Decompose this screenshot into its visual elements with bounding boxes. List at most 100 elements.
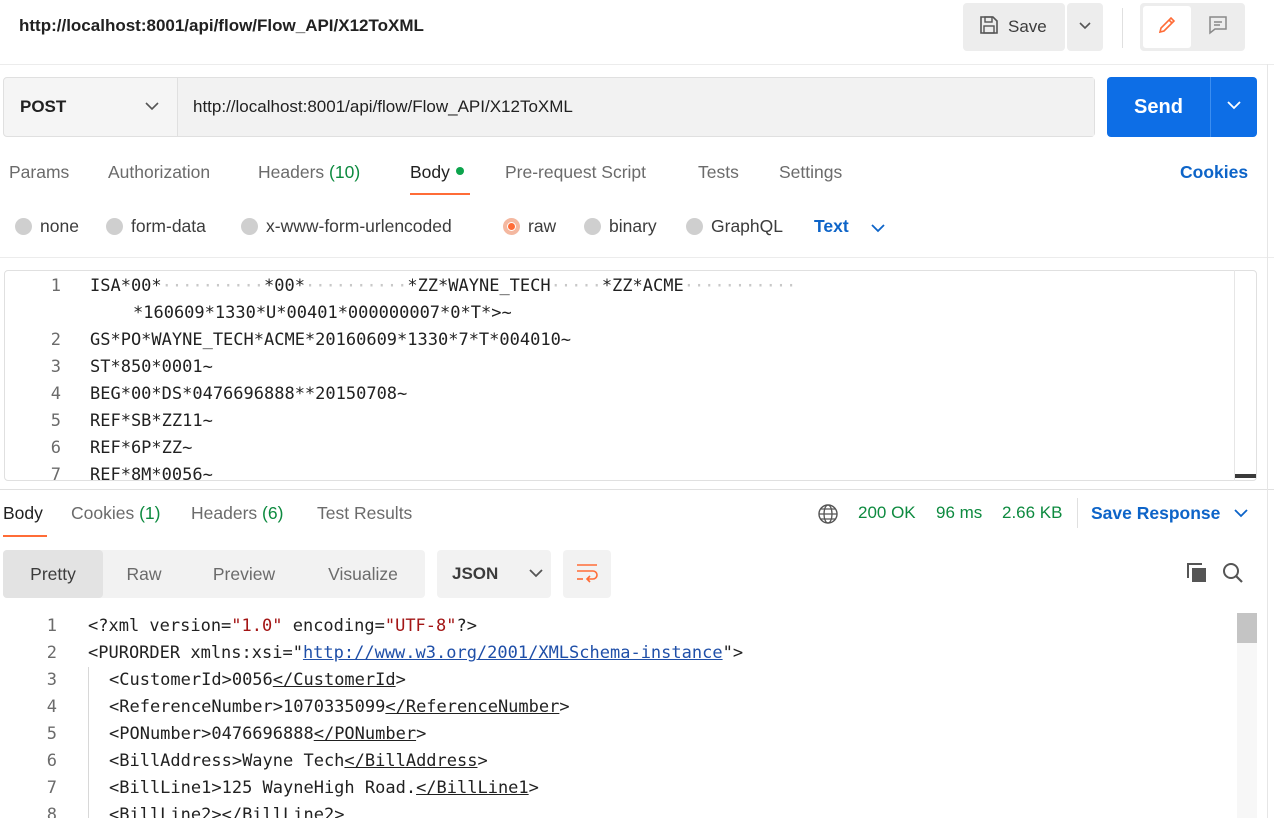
- radio-label: form-data: [131, 216, 206, 236]
- code-line: ISA*00*··········*00*··········*ZZ*WAYNE…: [90, 276, 797, 296]
- status-code[interactable]: 200 OK: [858, 503, 916, 523]
- wrap-lines-icon: [575, 561, 599, 588]
- wrap-lines-button[interactable]: [563, 550, 611, 598]
- request-body-editor[interactable]: 1 2 3 4 5 6 7 ISA*00*··········*00*·····…: [4, 270, 1257, 481]
- tab-headers-label: Headers: [258, 162, 325, 182]
- save-button[interactable]: Save: [963, 3, 1065, 51]
- view-preview-button[interactable]: Preview: [185, 550, 303, 598]
- url-input[interactable]: http://localhost:8001/api/flow/Flow_API/…: [177, 78, 1094, 136]
- line-number: 3: [50, 357, 61, 377]
- code-line: REF*SB*ZZ11~: [90, 411, 213, 431]
- response-scrollbar-thumb[interactable]: [1237, 613, 1257, 643]
- code-line: BEG*00*DS*0476696888**20150708~: [90, 384, 408, 404]
- response-time[interactable]: 96 ms: [936, 503, 982, 523]
- response-tab-headers[interactable]: Headers (6): [191, 503, 283, 524]
- xml-declaration: <?xml version="1.0" encoding="UTF-8"?>: [88, 616, 477, 636]
- response-tab-test-results[interactable]: Test Results: [317, 503, 412, 524]
- radio-label: none: [40, 216, 79, 236]
- status-divider: [1077, 498, 1078, 528]
- view-raw-button[interactable]: Raw: [103, 550, 185, 598]
- code-line: GS*PO*WAYNE_TECH*ACME*20160609*1330*7*T*…: [90, 330, 572, 350]
- response-body-viewer[interactable]: 1 2 3 4 5 6 7 8 <?xml version="1.0" enco…: [0, 613, 1234, 818]
- save-label: Save: [1008, 17, 1047, 36]
- radio-circle: [241, 218, 258, 235]
- xml-element: <CustomerId>0056</CustomerId>: [109, 670, 406, 690]
- line-number: 1: [50, 276, 61, 296]
- body-type-divider: [0, 257, 1274, 258]
- header-divider: [1122, 8, 1123, 48]
- tab-authorization[interactable]: Authorization: [108, 162, 210, 183]
- line-number: 2: [46, 643, 57, 663]
- radio-urlencoded[interactable]: x-www-form-urlencoded: [241, 216, 452, 237]
- code-line: ST*850*0001~: [90, 357, 213, 377]
- globe-icon[interactable]: [817, 503, 839, 530]
- line-number: 7: [50, 465, 61, 481]
- save-response-button[interactable]: Save Response: [1091, 503, 1249, 524]
- line-number: 4: [46, 697, 57, 717]
- body-indicator-dot: [455, 167, 464, 175]
- radio-circle-selected: [503, 218, 520, 235]
- chevron-down-icon: [1226, 98, 1242, 116]
- chevron-down-icon: [528, 564, 544, 584]
- save-icon: [978, 14, 1000, 41]
- xml-element: <PONumber>0476696888</PONumber>: [109, 724, 427, 744]
- radio-raw[interactable]: raw: [503, 216, 556, 237]
- code-line: REF*8M*0056~: [90, 465, 213, 481]
- view-pretty-button[interactable]: Pretty: [3, 550, 103, 598]
- radio-circle: [15, 218, 32, 235]
- line-number: 3: [46, 670, 57, 690]
- send-options-button[interactable]: [1210, 77, 1257, 137]
- tab-params[interactable]: Params: [9, 162, 69, 183]
- xml-element: <BillAddress>Wayne Tech</BillAddress>: [109, 751, 488, 771]
- response-scrollbar-track[interactable]: [1237, 613, 1257, 818]
- active-tab-indicator: [410, 193, 470, 195]
- pencil-icon: [1156, 14, 1178, 41]
- radio-binary[interactable]: binary: [584, 216, 657, 237]
- radio-label: GraphQL: [711, 216, 783, 236]
- edit-mode-button[interactable]: [1143, 6, 1191, 48]
- chevron-down-icon: [144, 97, 160, 120]
- request-scrollbar-track[interactable]: [1234, 270, 1235, 481]
- chevron-down-icon: [870, 221, 886, 239]
- save-response-label: Save Response: [1091, 503, 1221, 523]
- tab-pre-request-script[interactable]: Pre-request Script: [505, 162, 646, 183]
- schema-link[interactable]: http://www.w3.org/2001/XMLSchema-instanc…: [303, 643, 723, 663]
- response-tab-body[interactable]: Body: [3, 503, 43, 524]
- radio-label: x-www-form-urlencoded: [266, 216, 452, 236]
- line-number: 1: [46, 616, 57, 636]
- response-tab-cookies[interactable]: Cookies (1): [71, 503, 161, 524]
- header-divider-line: [0, 64, 1274, 65]
- view-visualize-button[interactable]: Visualize: [303, 550, 423, 598]
- response-size[interactable]: 2.66 KB: [1002, 503, 1063, 523]
- radio-circle: [686, 218, 703, 235]
- tab-body-label: Body: [410, 162, 450, 182]
- send-button[interactable]: Send: [1107, 77, 1210, 137]
- tab-headers[interactable]: Headers (10): [258, 162, 360, 183]
- tab-tests[interactable]: Tests: [698, 162, 739, 183]
- tab-body[interactable]: Body: [410, 162, 464, 183]
- comment-icon: [1207, 14, 1229, 41]
- code-line: REF*6P*ZZ~: [90, 438, 193, 458]
- xml-root-open: <PURORDER xmlns:xsi="http://www.w3.org/2…: [88, 643, 744, 663]
- radio-graphql[interactable]: GraphQL: [686, 216, 783, 237]
- pane-divider[interactable]: [0, 489, 1274, 490]
- chevron-down-icon: [1233, 503, 1249, 523]
- raw-format-select[interactable]: Text: [814, 216, 849, 237]
- response-format-select[interactable]: JSON: [437, 550, 551, 598]
- radio-form-data[interactable]: form-data: [106, 216, 206, 237]
- copy-icon[interactable]: [1185, 561, 1209, 590]
- radio-circle: [584, 218, 601, 235]
- save-options-button[interactable]: [1067, 3, 1103, 51]
- response-tab-cookies-count: (1): [139, 503, 161, 523]
- search-icon[interactable]: [1221, 561, 1245, 590]
- xml-element: <BillLine1>125 WayneHigh Road.</BillLine…: [109, 778, 539, 798]
- tab-headers-count: (10): [329, 162, 361, 182]
- radio-label: binary: [609, 216, 657, 236]
- request-title[interactable]: http://localhost:8001/api/flow/Flow_API/…: [19, 16, 424, 36]
- tab-settings[interactable]: Settings: [779, 162, 842, 183]
- line-number: 6: [46, 751, 57, 771]
- request-scrollbar-thumb[interactable]: [1235, 474, 1256, 478]
- radio-none[interactable]: none: [15, 216, 79, 237]
- cookies-link[interactable]: Cookies: [1180, 162, 1248, 183]
- comments-mode-button[interactable]: [1195, 6, 1241, 48]
